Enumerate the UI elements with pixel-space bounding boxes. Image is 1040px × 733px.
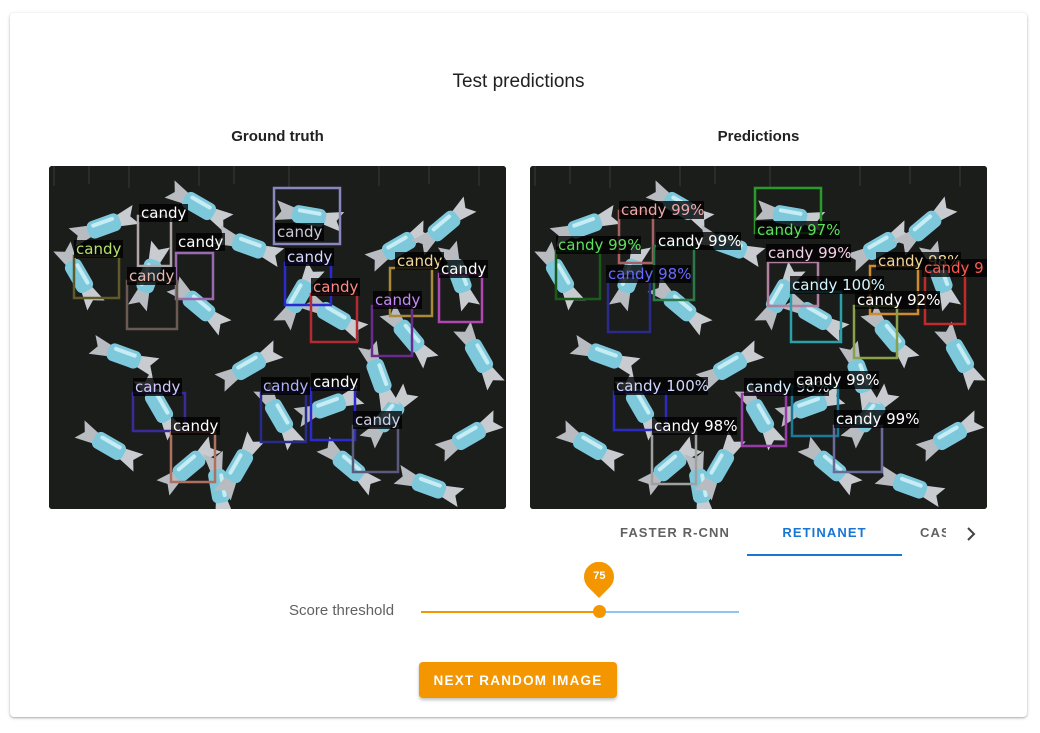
prediction-box-label: candy 97% xyxy=(757,221,840,239)
ground-truth-box-label: candy xyxy=(263,377,308,395)
ground-truth-box-label: candy xyxy=(355,411,400,429)
score-threshold-value: 75 xyxy=(593,570,606,582)
prediction-box-label: candy 99% xyxy=(621,201,704,219)
model-tabs: FASTER R-CNN RETINANET CAS xyxy=(600,513,990,557)
ground-truth-box-label: candy xyxy=(397,252,442,270)
ground-truth-box-label: candy xyxy=(287,248,332,266)
ground-truth-heading: Ground truth xyxy=(231,128,324,145)
tabs-scroll-next-button[interactable] xyxy=(958,521,984,547)
prediction-box-label: candy 99% xyxy=(658,232,741,250)
ground-truth-image: candy candy candy candy candy candy candy candy… xyxy=(49,166,506,509)
next-random-image-button[interactable]: NEXT RANDOM IMAGE xyxy=(419,662,617,698)
prediction-box-label: candy 99% xyxy=(836,410,919,428)
ground-truth-box-label: candy xyxy=(375,291,420,309)
ground-truth-box-label: candy xyxy=(76,240,121,258)
page-title: Test predictions xyxy=(452,71,585,92)
tab-indicator xyxy=(747,554,902,556)
tab-cascade[interactable]: CAS xyxy=(920,513,946,553)
score-threshold-track[interactable] xyxy=(421,611,739,613)
score-threshold-value-bubble: 75 xyxy=(583,561,615,598)
prediction-box-label: candy 92% xyxy=(857,291,940,309)
ground-truth-box-label: candy xyxy=(173,417,218,435)
ground-truth-box-label: candy xyxy=(313,373,358,391)
ground-truth-box-label: candy xyxy=(178,233,223,251)
ground-truth-box-label: candy xyxy=(135,378,180,396)
ground-truth-box-label: candy xyxy=(141,204,186,222)
ground-truth-box-label: candy xyxy=(313,278,358,296)
tab-faster-rcnn[interactable]: FASTER R-CNN xyxy=(600,513,750,553)
predictions-heading: Predictions xyxy=(717,128,800,145)
prediction-box-label: candy 100% xyxy=(616,377,709,395)
ground-truth-box-label: candy xyxy=(129,267,174,285)
ground-truth-box-label: candy xyxy=(441,260,486,278)
predictions-image: candy 99% candy 97% candy 99% candy 99% cand… xyxy=(530,166,987,509)
prediction-box-label: candy 9 xyxy=(924,259,984,277)
ground-truth-box-label: candy xyxy=(277,223,322,241)
prediction-box-label: candy 99% xyxy=(768,244,851,262)
score-threshold-label: Score threshold xyxy=(289,602,395,619)
prediction-box-label: candy 99% xyxy=(796,371,879,389)
prediction-box-label: candy 98% xyxy=(654,417,737,435)
score-threshold-fill xyxy=(421,611,600,613)
tab-retinanet[interactable]: RETINANET xyxy=(747,513,902,553)
prediction-box-label: candy 99% xyxy=(558,236,641,254)
chevron-right-icon xyxy=(967,527,976,541)
prediction-box-label: candy 98% xyxy=(608,265,691,283)
